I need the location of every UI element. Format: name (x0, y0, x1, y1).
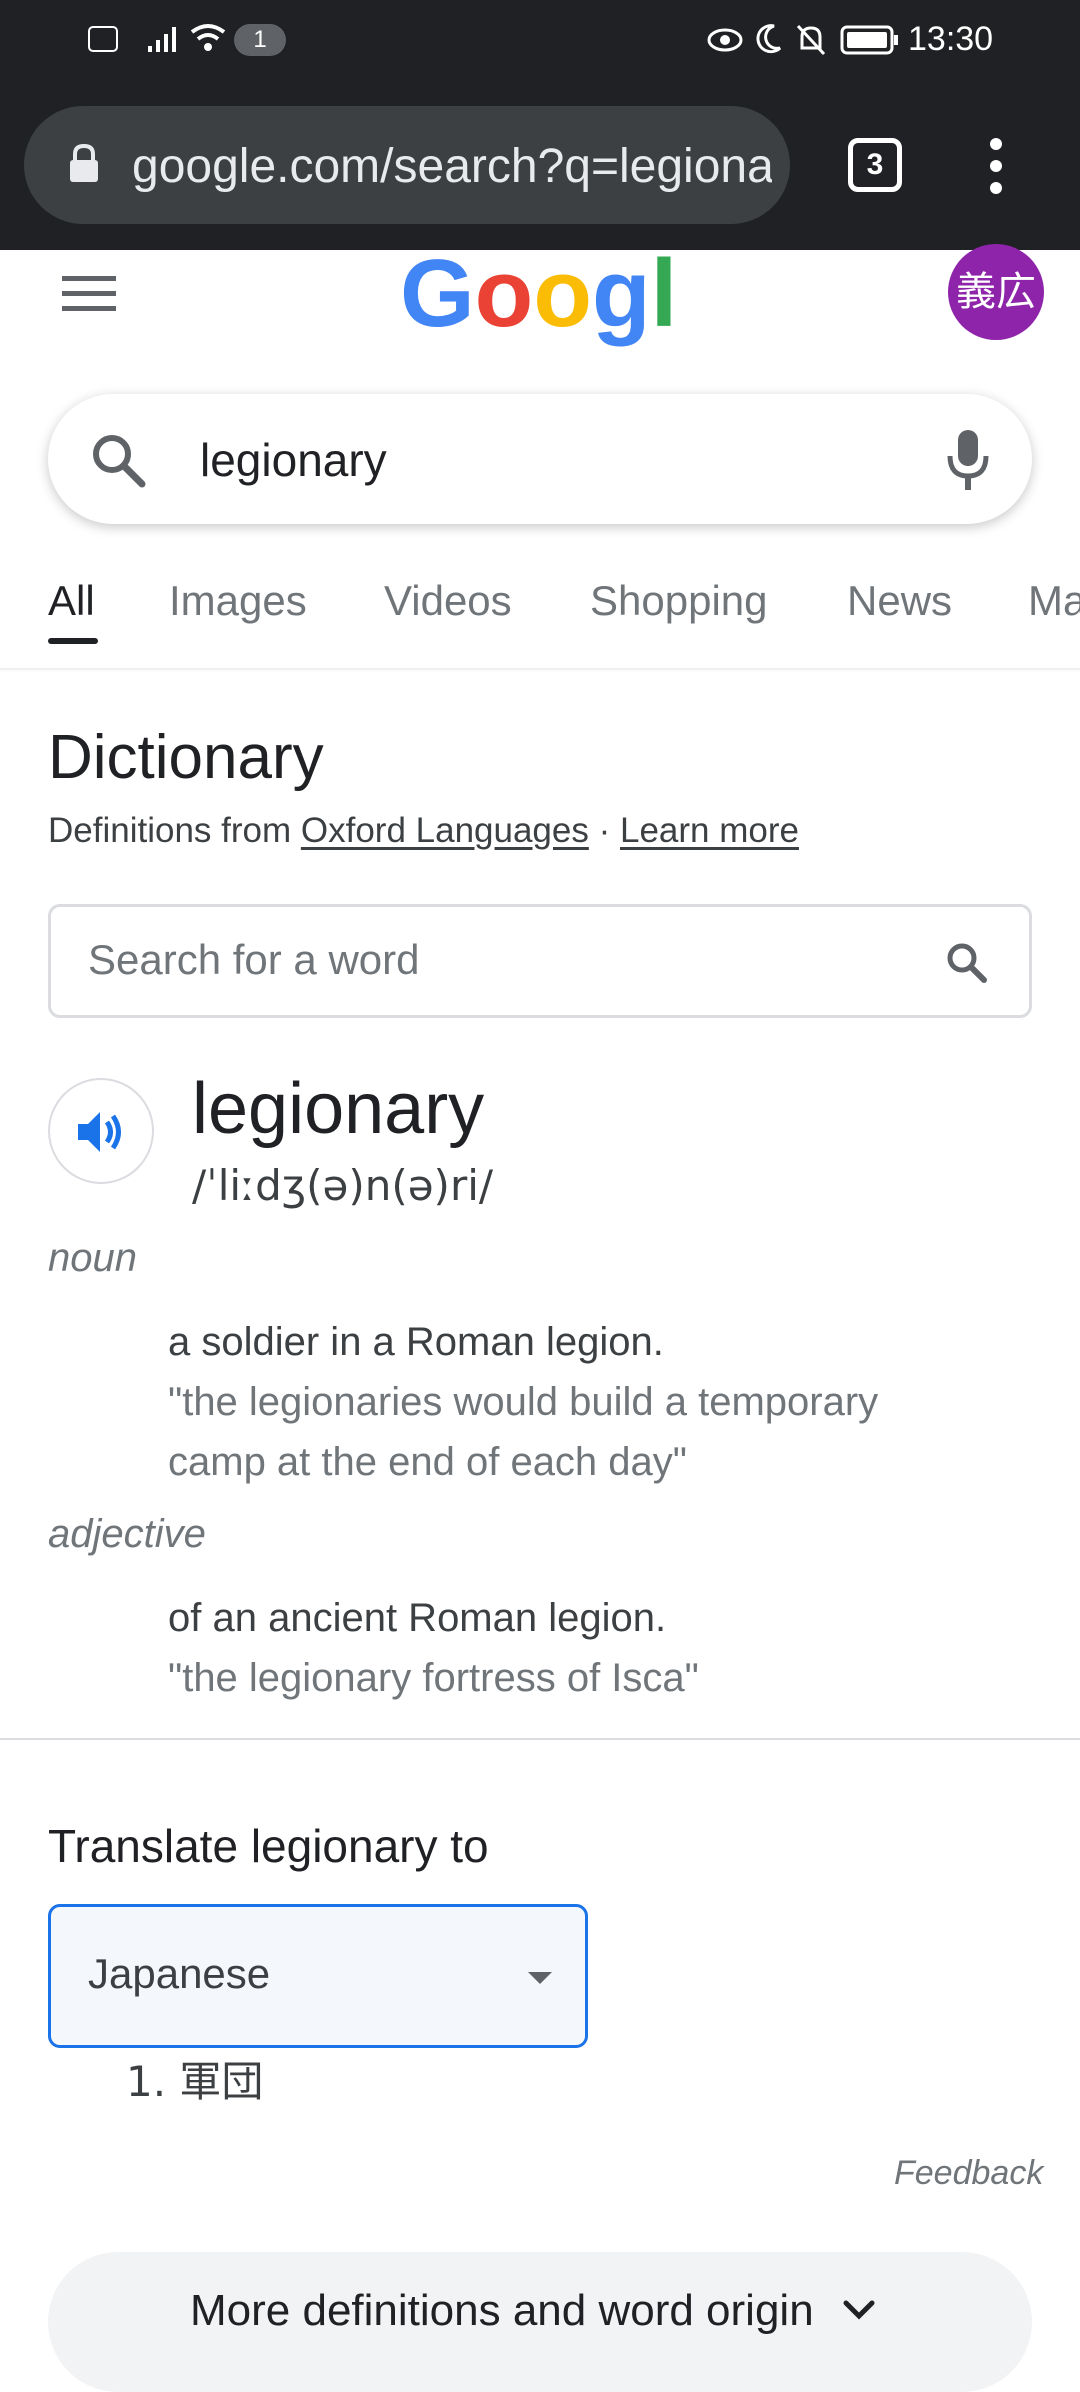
logo-letter: l (651, 246, 676, 347)
source-separator: · (598, 811, 611, 850)
selected-language[interactable]: Japanese (88, 1944, 270, 2004)
logo-letter: o (475, 246, 534, 347)
tab-videos[interactable]: Videos (384, 568, 512, 634)
avatar[interactable]: 義広 (948, 244, 1044, 340)
tab-news[interactable]: News (847, 568, 952, 634)
definition-noun: a soldier in a Roman legion. (168, 1320, 664, 1364)
microphone-icon[interactable] (944, 424, 992, 494)
search-box[interactable] (48, 394, 1032, 524)
logo-letter: g (592, 246, 651, 347)
search-input[interactable]: legionary (200, 425, 387, 495)
clock: 13:30 (908, 20, 994, 58)
feedback-link[interactable]: Feedback (894, 2148, 1043, 2198)
translate-title: Translate legionary to (48, 1820, 489, 1872)
translation-result: 1. 軍団 (126, 2057, 264, 2106)
more-definitions-label[interactable]: More definitions and word origin (190, 2278, 814, 2344)
moon-icon (756, 24, 782, 54)
tab-switcher-button[interactable]: 3 (848, 138, 902, 192)
source-prefix: Definitions from (48, 811, 292, 850)
example-noun-line2: camp at the end of each day" (168, 1440, 687, 1484)
part-of-speech-adjective: adjective (48, 1512, 206, 1556)
tab-all[interactable]: All (48, 568, 95, 634)
google-logo[interactable]: Google (400, 246, 676, 350)
svg-text:Google: Google (400, 246, 676, 347)
example-adjective: "the legionary fortress of Isca" (168, 1656, 699, 1700)
wifi-icon (190, 24, 226, 51)
tabs-divider (0, 668, 1080, 672)
eye-comfort-icon (707, 28, 743, 52)
notification-badge: 1 (234, 24, 286, 56)
word-search-placeholder[interactable]: Search for a word (88, 930, 420, 990)
hd-indicator: HD (88, 26, 118, 52)
tab-shopping[interactable]: Shopping (590, 568, 768, 634)
dropdown-caret-icon[interactable] (528, 1972, 552, 1984)
logo-letter: G (400, 246, 475, 347)
pronunciation: /ˈliːdʒ(ə)n(ə)ri/ (192, 1161, 494, 1210)
definition-adjective: of an ancient Roman legion. (168, 1596, 667, 1640)
headword: legionary (192, 1069, 485, 1149)
battery-icon (840, 25, 898, 55)
signal-icon (148, 27, 176, 52)
speaker-icon[interactable] (74, 1104, 130, 1160)
chevron-down-icon[interactable] (842, 2298, 876, 2322)
tab-images[interactable]: Images (169, 568, 307, 634)
section-divider (0, 1738, 1080, 1740)
mute-icon (796, 24, 826, 56)
learn-more-link[interactable]: Learn more (620, 811, 799, 850)
active-tab-indicator (48, 638, 98, 644)
dictionary-source: Definitions from Oxford Languages · Lear… (48, 806, 799, 856)
url-text[interactable]: google.com/search?q=legionary (132, 132, 772, 202)
word-search-icon[interactable] (944, 940, 988, 984)
lock-icon (70, 143, 98, 182)
search-icon[interactable] (88, 430, 148, 490)
part-of-speech-noun: noun (48, 1236, 137, 1280)
logo-letter: o (533, 246, 592, 347)
oxford-languages-link[interactable]: Oxford Languages (301, 811, 589, 850)
overflow-menu-icon[interactable] (984, 136, 1008, 196)
hamburger-menu-icon[interactable] (60, 272, 120, 316)
tab-maps[interactable]: Ma (1028, 568, 1080, 634)
dictionary-title: Dictionary (48, 723, 324, 792)
example-noun-line1: "the legionaries would build a temporary (168, 1380, 879, 1424)
